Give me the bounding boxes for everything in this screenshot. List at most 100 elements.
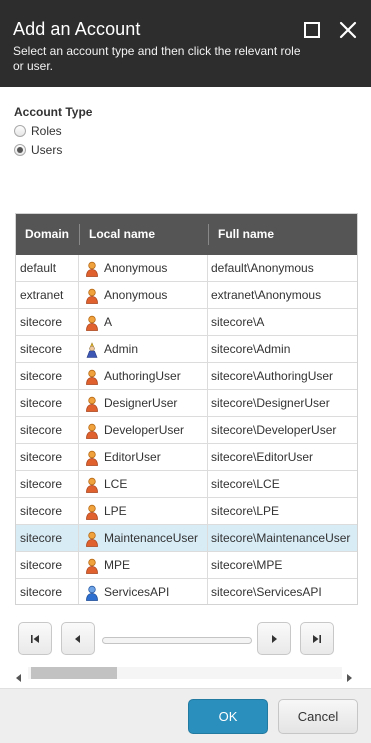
user-icon — [85, 422, 99, 439]
local-name-text: MPE — [104, 558, 131, 572]
table-row[interactable]: default Anonymous default\Anonymous — [16, 255, 357, 282]
first-page-button[interactable] — [18, 622, 52, 655]
pager — [18, 621, 334, 657]
domain-cell: sitecore — [16, 363, 79, 389]
table-row[interactable]: sitecore EditorUser sitecore\EditorUser — [16, 444, 357, 471]
full-name-cell: sitecore\A — [211, 315, 265, 329]
local-name-cell: EditorUser — [79, 444, 208, 470]
table-row[interactable]: sitecore AuthoringUser sitecore\AuthoringU… — [16, 363, 357, 390]
user-icon — [85, 395, 99, 412]
grid-header: Domain Local name Full name — [16, 214, 357, 255]
table-row[interactable]: sitecore MPE sitecore\MPE — [16, 552, 357, 579]
column-header-domain[interactable]: Domain — [16, 214, 79, 255]
previous-page-icon — [75, 634, 80, 643]
table-row[interactable]: sitecore LCE sitecore\LCE — [16, 471, 357, 498]
domain-cell: sitecore — [16, 444, 79, 470]
full-name-cell: sitecore\ServicesAPI — [211, 585, 322, 599]
local-name-cell: AuthoringUser — [79, 363, 208, 389]
local-name-text: EditorUser — [104, 450, 161, 464]
admin-user-icon — [85, 341, 99, 358]
previous-page-button[interactable] — [61, 622, 95, 655]
horizontal-scrollbar[interactable] — [14, 666, 357, 682]
table-row[interactable]: sitecore LPE sitecore\LPE — [16, 498, 357, 525]
table-row[interactable]: sitecore Admin sitecore\Admin — [16, 336, 357, 363]
local-name-text: Admin — [104, 342, 139, 356]
local-name-text: LPE — [104, 504, 127, 518]
full-name-cell: sitecore\DeveloperUser — [211, 423, 337, 437]
user-icon — [85, 557, 99, 574]
next-page-button[interactable] — [257, 622, 291, 655]
full-name-cell: sitecore\EditorUser — [211, 450, 314, 464]
table-row[interactable]: sitecore Asitecore\A — [16, 309, 357, 336]
table-row[interactable]: sitecore ServicesAPI sitecore\ServicesAPI — [16, 579, 357, 604]
next-page-icon — [272, 634, 277, 643]
last-page-button[interactable] — [300, 622, 334, 655]
local-name-text: MaintenanceUser — [104, 531, 199, 545]
scrollbar-thumb[interactable] — [31, 667, 117, 679]
local-name-text: DeveloperUser — [104, 423, 185, 437]
local-name-text: LCE — [104, 477, 128, 491]
local-name-cell: MaintenanceUser — [79, 525, 208, 551]
user-icon — [85, 476, 99, 493]
first-page-icon — [31, 634, 39, 643]
domain-cell: sitecore — [16, 525, 79, 551]
dialog-title: Add an Account — [13, 19, 141, 39]
local-name-cell: Anonymous — [79, 282, 208, 308]
table-row[interactable]: extranet Anonymous extranet\Anonymous — [16, 282, 357, 309]
column-header-full-name[interactable]: Full name — [208, 214, 357, 255]
domain-cell: sitecore — [16, 552, 79, 578]
ok-button[interactable]: OK — [188, 699, 268, 734]
domain-cell: sitecore — [16, 579, 79, 604]
full-name-cell: sitecore\Admin — [211, 342, 291, 356]
full-name-cell: sitecore\LCE — [211, 477, 280, 491]
local-name-text: ServicesAPI — [104, 585, 170, 599]
local-name-text: A — [104, 315, 113, 329]
local-name-text: DesignerUser — [104, 396, 178, 410]
page-slider[interactable] — [102, 637, 252, 644]
domain-cell: sitecore — [16, 309, 79, 335]
roles-radio-button[interactable] — [14, 125, 26, 137]
domain-cell: sitecore — [16, 336, 79, 362]
full-name-cell: sitecore\AuthoringUser — [211, 369, 334, 383]
close-icon — [339, 21, 357, 39]
full-name-cell: sitecore\MaintenanceUser — [211, 531, 351, 545]
radio-roles[interactable]: Roles — [14, 123, 62, 139]
full-name-cell: sitecore\DesignerUser — [211, 396, 330, 410]
local-name-cell: A — [79, 309, 208, 335]
radio-users[interactable]: Users — [14, 142, 62, 158]
domain-cell: sitecore — [16, 390, 79, 416]
column-header-local-name[interactable]: Local name — [79, 214, 208, 255]
accounts-grid: Domain Local name Full name default Anony… — [15, 213, 358, 605]
close-button[interactable] — [337, 19, 359, 41]
user-icon — [85, 368, 99, 385]
full-name-cell: sitecore\MPE — [211, 558, 283, 572]
table-row[interactable]: sitecore DeveloperUser sitecore\DeveloperU… — [16, 417, 357, 444]
local-name-cell: DeveloperUser — [79, 417, 208, 443]
domain-cell: sitecore — [16, 471, 79, 497]
scroll-left-icon[interactable] — [15, 669, 23, 682]
table-row[interactable]: sitecore MaintenanceUser sitecore\Maintena… — [16, 525, 357, 552]
local-name-cell: Admin — [79, 336, 208, 362]
full-name-cell: sitecore\LPE — [211, 504, 280, 518]
dialog-subtitle: Select an account type and then click th… — [13, 44, 301, 73]
domain-cell: default — [16, 255, 79, 281]
local-name-cell: DesignerUser — [79, 390, 208, 416]
cancel-button[interactable]: Cancel — [278, 699, 358, 734]
scroll-right-icon[interactable] — [345, 669, 353, 682]
grid-body: default Anonymous default\Anonymous extrane… — [16, 255, 357, 604]
maximize-button[interactable] — [301, 19, 323, 41]
full-name-cell: default\Anonymous — [211, 261, 314, 275]
local-name-text: Anonymous — [104, 261, 168, 275]
local-name-cell: LCE — [79, 471, 208, 497]
users-label: Users — [31, 143, 63, 157]
user-icon — [85, 503, 99, 520]
full-name-cell: extranet\Anonymous — [211, 288, 322, 302]
user-icon — [85, 449, 99, 466]
table-row[interactable]: sitecore DesignerUser sitecore\DesignerUse… — [16, 390, 357, 417]
domain-cell: sitecore — [16, 417, 79, 443]
local-name-cell: LPE — [79, 498, 208, 524]
users-radio-button[interactable] — [14, 144, 26, 156]
user-icon — [85, 530, 99, 547]
user-icon — [85, 287, 99, 304]
account-type-label: Account Type — [14, 105, 93, 119]
